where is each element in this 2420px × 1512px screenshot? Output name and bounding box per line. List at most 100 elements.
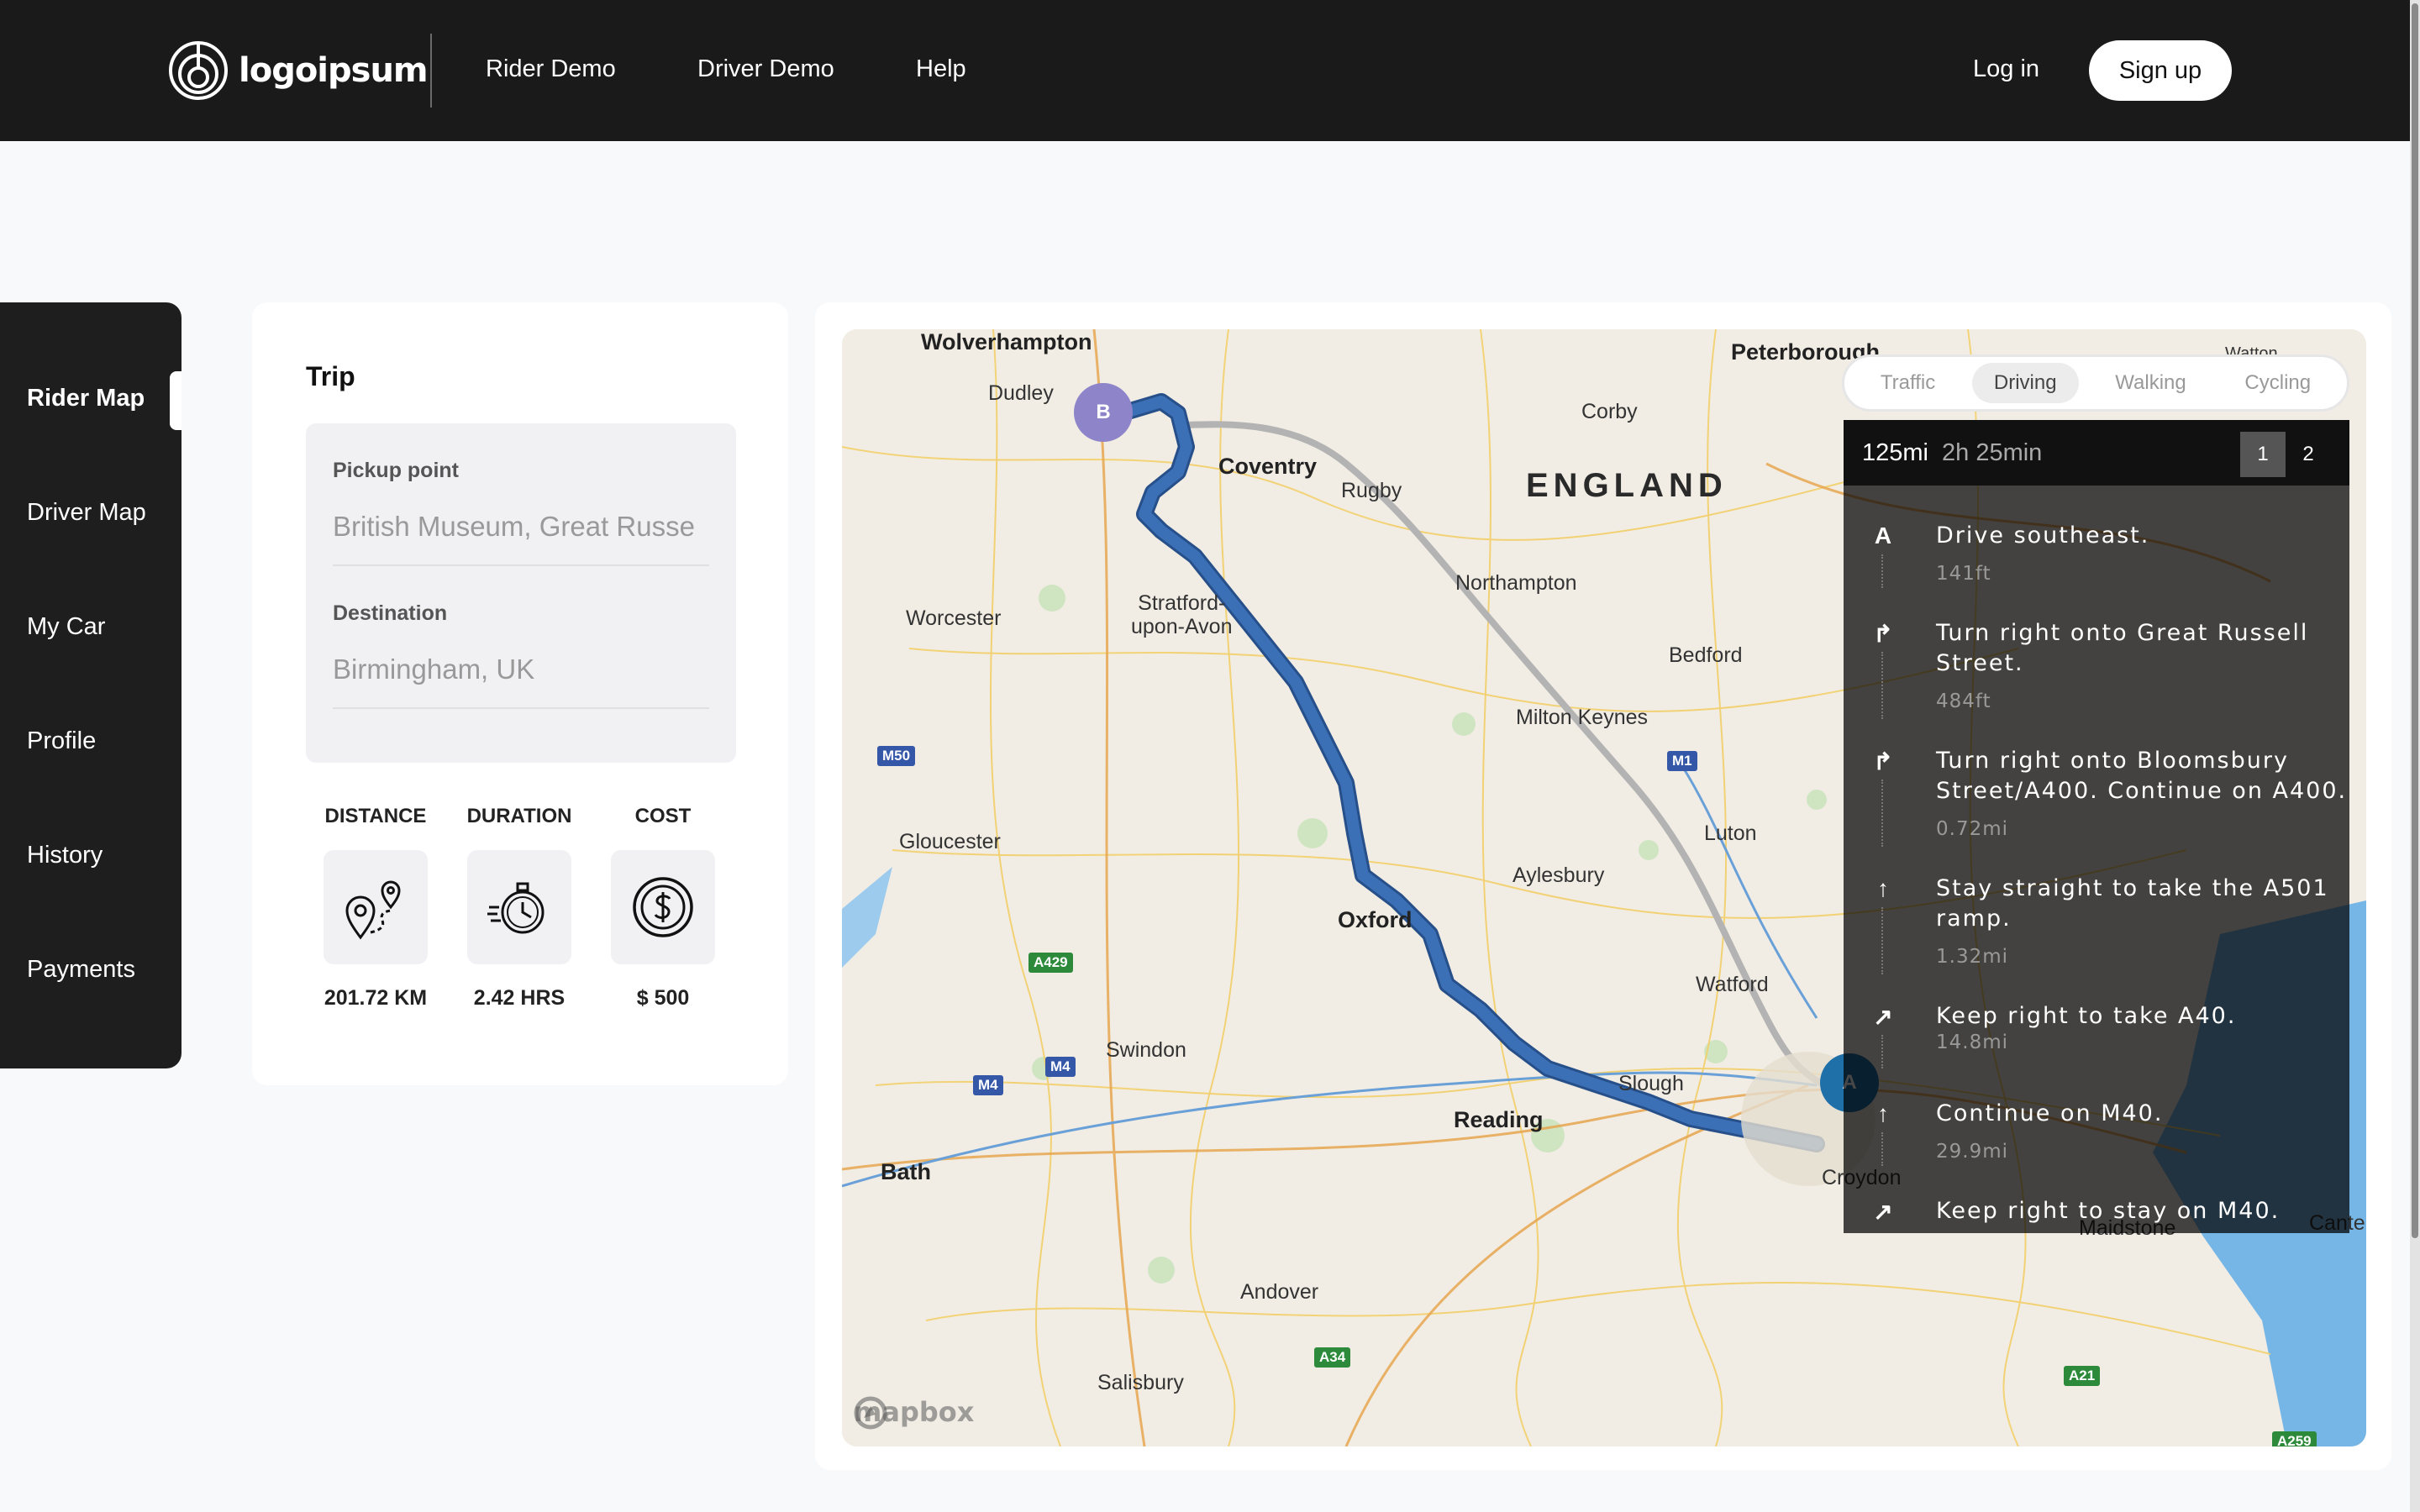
- map-label-luton: Luton: [1704, 822, 1757, 845]
- side-menu: Rider Map Driver Map My Car Profile Hist…: [0, 302, 182, 1068]
- step-distance: 14.8mi: [1936, 1032, 2009, 1053]
- destination-label: Destination: [333, 601, 448, 625]
- directions-panel: 125mi 2h 25min 1 2 A Drive southeast. 14…: [1844, 420, 2349, 1233]
- destination-underline: [333, 707, 709, 709]
- road-shield-a259: A259: [2272, 1431, 2317, 1446]
- sidebar-item-profile[interactable]: Profile: [27, 727, 96, 755]
- mode-walking[interactable]: Walking: [2093, 363, 2207, 403]
- map-label-bedford: Bedford: [1669, 643, 1743, 667]
- logo[interactable]: logoipsum: [168, 39, 429, 102]
- sidebar-item-rider-map[interactable]: Rider Map: [27, 385, 145, 412]
- road-shield-m4-2: M4: [1045, 1057, 1076, 1077]
- straight-arrow-icon: ↑: [1877, 1100, 1889, 1126]
- step-instruction: Turn right onto Great Russell Street.: [1936, 620, 2309, 676]
- cost-label: COST: [634, 805, 692, 827]
- route-distance: 125mi: [1862, 438, 1928, 466]
- mode-traffic[interactable]: Traffic: [1859, 363, 1957, 403]
- pickup-input[interactable]: British Museum, Great Russe: [333, 511, 709, 543]
- route-pager: 1 2: [2240, 432, 2331, 477]
- mode-cycling[interactable]: Cycling: [2223, 363, 2333, 403]
- cost-icon-box: [611, 850, 715, 964]
- map-label-coventry: Coventry: [1218, 454, 1318, 479]
- logo-text: logoipsum: [239, 51, 429, 90]
- step-instruction: Drive southeast.: [1936, 522, 2150, 549]
- step-connector: [1881, 780, 1883, 847]
- trip-title: Trip: [306, 361, 355, 391]
- pickup-underline: [333, 564, 709, 566]
- sidebar-item-payments[interactable]: Payments: [27, 956, 135, 984]
- map-label-worcester: Worcester: [906, 606, 1002, 630]
- route-option-2[interactable]: 2: [2286, 432, 2331, 477]
- travel-mode-selector: Traffic Driving Walking Cycling: [1842, 354, 2349, 412]
- map-label-stratford: Stratford- upon-Avon: [1131, 591, 1233, 638]
- step-connector: [1881, 554, 1883, 588]
- mapbox-logo-icon: [854, 1396, 887, 1430]
- step-distance: 1.32mi: [1936, 946, 2009, 968]
- nav-driver-demo[interactable]: Driver Demo: [697, 55, 834, 83]
- map-label-england: ENGLAND: [1526, 467, 1728, 504]
- map-label-oxford: Oxford: [1338, 907, 1413, 932]
- active-indicator: [170, 371, 182, 430]
- distance-icon-box: [324, 850, 428, 964]
- step-distance: 484ft: [1936, 690, 1991, 712]
- scrollbar-thumb[interactable]: [2412, 3, 2418, 1238]
- road-shield-a21: A21: [2064, 1366, 2101, 1386]
- map-label-andover: Andover: [1240, 1280, 1319, 1304]
- map-label-northampton: Northampton: [1455, 571, 1577, 595]
- destination-input[interactable]: Birmingham, UK: [333, 654, 709, 685]
- map-label-wolverhampton: Wolverhampton: [921, 329, 1092, 354]
- step-instruction: Stay straight to take the A501 ramp.: [1936, 875, 2329, 932]
- road-shield-m50: M50: [877, 746, 916, 766]
- login-link[interactable]: Log in: [1973, 55, 2039, 83]
- map-label-aylesbury: Aylesbury: [1512, 864, 1605, 887]
- map-label-swindon: Swindon: [1106, 1038, 1186, 1062]
- distance-value: 201.72 KM: [324, 986, 428, 1010]
- mode-driving[interactable]: Driving: [1971, 363, 2079, 403]
- pickup-label: Pickup point: [333, 459, 459, 482]
- step-connector: [1881, 1035, 1883, 1068]
- stopwatch-icon: [487, 882, 544, 934]
- road-shield-m1: M1: [1667, 751, 1697, 771]
- step-connector: [1881, 907, 1883, 974]
- map-label-watford: Watford: [1696, 973, 1769, 996]
- duration-label: DURATION: [466, 805, 572, 827]
- top-navbar: logoipsum Rider Demo Driver Demo Help Lo…: [0, 0, 2410, 141]
- route-option-1[interactable]: 1: [2240, 432, 2286, 477]
- sidebar-item-my-car[interactable]: My Car: [27, 613, 105, 641]
- map-label-milton-keynes: Milton Keynes: [1516, 706, 1649, 729]
- map-label-bath: Bath: [881, 1159, 931, 1184]
- map-label-gloucester: Gloucester: [899, 830, 1001, 853]
- turn-right-icon: ↱: [1873, 748, 1893, 774]
- route-duration: 2h 25min: [1942, 438, 2043, 466]
- sidebar-item-driver-map[interactable]: Driver Map: [27, 499, 146, 527]
- step-distance: 0.72mi: [1936, 818, 2009, 840]
- map-label-reading: Reading: [1454, 1107, 1544, 1132]
- map-label-rugby: Rugby: [1341, 479, 1402, 502]
- step-distance: 29.9mi: [1936, 1141, 2009, 1163]
- cost-value: $ 500: [636, 986, 690, 1010]
- signup-button[interactable]: Sign up: [2089, 40, 2232, 101]
- map-label-dudley: Dudley: [988, 381, 1054, 405]
- step-instruction: Continue on M40.: [1936, 1100, 2164, 1126]
- step-connector: [1881, 1132, 1883, 1166]
- road-shield-a429: A429: [1028, 953, 1073, 973]
- destination-marker-b[interactable]: B: [1074, 383, 1133, 442]
- step-connector: [1881, 652, 1883, 719]
- duration-value: 2.42 HRS: [473, 986, 566, 1010]
- sidebar-item-history[interactable]: History: [27, 842, 103, 869]
- trip-panel: Trip Pickup point British Museum, Great …: [252, 302, 788, 1085]
- route-map[interactable]: Wolverhampton Dudley Coventry Rugby Pete…: [842, 329, 2366, 1446]
- turn-right-icon: ↱: [1873, 621, 1893, 647]
- road-shield-m4: M4: [973, 1075, 1003, 1095]
- header-divider: [430, 34, 432, 108]
- nav-help[interactable]: Help: [916, 55, 966, 83]
- nav-rider-demo[interactable]: Rider Demo: [486, 55, 616, 83]
- location-route-icon: [345, 880, 401, 940]
- distance-label: DISTANCE: [324, 805, 427, 827]
- page-scrollbar[interactable]: [2410, 0, 2420, 1512]
- mapbox-attribution[interactable]: mapbox: [854, 1396, 974, 1430]
- step-instruction: Turn right onto Bloomsbury Street/A400. …: [1936, 748, 2348, 804]
- straight-arrow-icon: ↑: [1877, 875, 1889, 901]
- map-label-slough: Slough: [1618, 1072, 1684, 1095]
- map-label-salisbury: Salisbury: [1097, 1371, 1184, 1394]
